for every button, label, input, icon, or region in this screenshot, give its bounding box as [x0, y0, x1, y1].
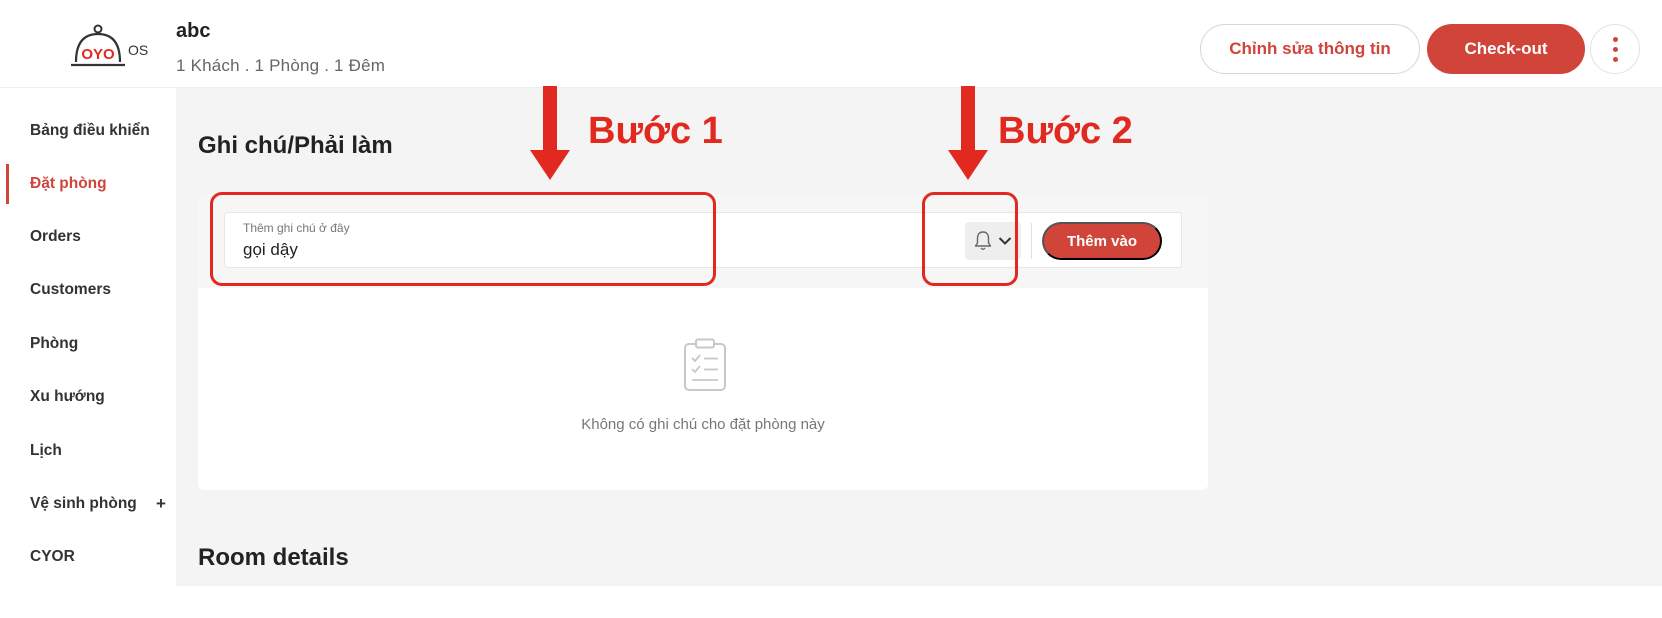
cloche-logo-icon: OYO OS [71, 24, 148, 67]
sidebar-item-label: Customers [30, 281, 111, 298]
sidebar-item-housekeeping[interactable]: Vệ sinh phòng + [6, 484, 174, 524]
empty-notes-message: Không có ghi chú cho đặt phòng này [581, 416, 825, 433]
sidebar-item-cyor[interactable]: CYOR [6, 537, 174, 577]
more-options-button[interactable] [1590, 24, 1640, 74]
add-note-button[interactable]: Thêm vào [1042, 222, 1162, 260]
sidebar-item-label: Vệ sinh phòng [30, 495, 137, 512]
sidebar-item-dashboard[interactable]: Bảng điều khiển [6, 111, 174, 151]
notes-section-title: Ghi chú/Phải làm [198, 132, 393, 159]
room-details-title: Room details [198, 544, 349, 571]
expand-plus-icon[interactable]: + [156, 494, 166, 514]
sidebar-item-customers[interactable]: Customers [6, 270, 174, 310]
sidebar-item-label: Bảng điều khiển [30, 122, 150, 139]
oyo-os-logo[interactable]: OYO OS [70, 22, 162, 74]
sidebar-item-orders[interactable]: Orders [6, 217, 174, 257]
checkout-button[interactable]: Check-out [1427, 24, 1585, 74]
svg-text:OYO: OYO [81, 46, 115, 63]
main-content: Ghi chú/Phải làm Thêm ghi chú ở đây gọi … [176, 88, 1662, 586]
step2-label: Bước 2 [998, 110, 1133, 152]
sidebar-item-rooms[interactable]: Phòng [6, 324, 174, 364]
edit-info-button[interactable]: Chỉnh sửa thông tin [1200, 24, 1420, 74]
step2-highlight-box [922, 192, 1018, 286]
booking-title: abc [176, 20, 211, 42]
step1-highlight-box [210, 192, 716, 286]
svg-text:OS: OS [128, 42, 148, 58]
sidebar-item-bookings[interactable]: Đặt phòng [6, 164, 174, 204]
sidebar-item-trends[interactable]: Xu hướng [6, 377, 174, 417]
step1-label: Bước 1 [588, 110, 723, 152]
top-header: OYO OS abc 1 Khách . 1 Phòng . 1 Đêm Chỉ… [0, 0, 1662, 88]
more-vertical-icon [1612, 36, 1618, 62]
sidebar-item-calendar[interactable]: Lịch [6, 431, 174, 471]
sidebar-item-label: Lịch [30, 442, 62, 459]
step2-arrow-icon [948, 86, 988, 180]
divider [1031, 223, 1032, 259]
sidebar-item-label: Đặt phòng [30, 175, 107, 192]
booking-summary: 1 Khách . 1 Phòng . 1 Đêm [176, 56, 386, 75]
sidebar-item-label: Orders [30, 228, 81, 245]
sidebar: Bảng điều khiển Đặt phòng Orders Custome… [0, 88, 176, 586]
sidebar-item-label: Xu hướng [30, 388, 105, 405]
sidebar-item-label: CYOR [30, 548, 75, 565]
sidebar-item-label: Phòng [30, 335, 79, 352]
step1-arrow-icon [530, 86, 570, 180]
clipboard-checklist-icon [684, 338, 726, 391]
